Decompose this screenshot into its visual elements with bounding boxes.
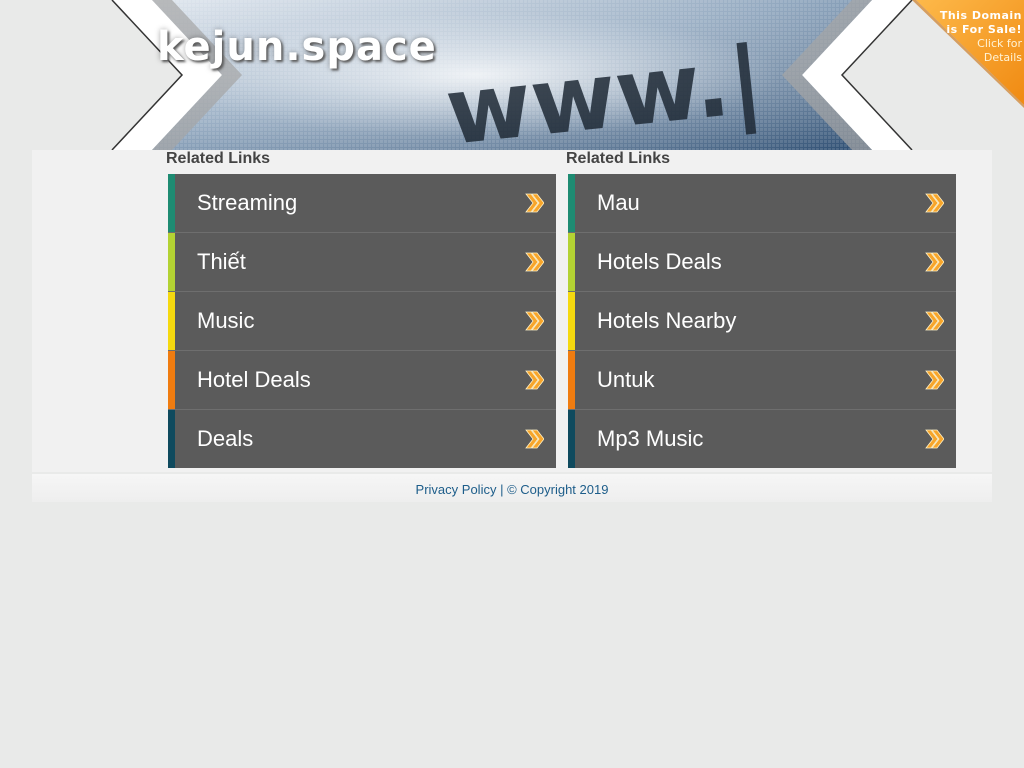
sale-line-2: is For Sale! [946,23,1022,36]
related-link-label: Untuk [597,367,655,392]
link-color-bar [568,233,575,291]
related-link-item[interactable]: Thiết [168,233,556,292]
double-chevron-right-icon [525,193,544,213]
related-link-item[interactable]: Music [168,292,556,351]
related-link-item[interactable]: Hotels Nearby [568,292,956,351]
link-color-bar [568,292,575,350]
link-color-bar [168,292,175,350]
related-links-list-right: Mau Hotels Deals Hotels Nearby Untuk Mp3 Mus… [568,174,956,468]
link-color-bar [168,410,175,468]
footer: Privacy Policy | © Copyright 2019 [32,474,992,502]
related-link-label: Mp3 Music [597,426,704,451]
header-banner: www.| kejun.space This Domain is For Sal… [0,0,1024,150]
related-link-item[interactable]: Mp3 Music [568,410,956,468]
double-chevron-right-icon [925,311,944,331]
related-link-item[interactable]: Deals [168,410,556,468]
related-link-item[interactable]: Untuk [568,351,956,410]
double-chevron-right-icon [925,370,944,390]
related-link-item[interactable]: Hotels Deals [568,233,956,292]
double-chevron-right-icon [925,429,944,449]
sale-ribbon-text: This Domain is For Sale! Click for Detai… [940,9,1022,65]
related-links-left-column: Related Links Streaming Thiết Music Hotel D… [166,150,556,468]
related-link-label: Deals [197,426,254,451]
related-links-panel: Related Links Streaming Thiết Music Hotel D… [32,150,992,472]
related-links-list-left: Streaming Thiết Music Hotel Deals Deals [168,174,556,468]
related-link-label: Streaming [197,190,298,215]
double-chevron-right-icon [525,252,544,272]
sale-line-4: Details [983,51,1022,64]
privacy-policy-link[interactable]: Privacy Policy [416,482,497,497]
footer-separator: | [496,482,508,497]
domain-for-sale-ribbon[interactable]: This Domain is For Sale! Click for Detai… [894,0,1024,110]
related-link-item[interactable]: Mau [568,174,956,233]
related-link-item[interactable]: Streaming [168,174,556,233]
link-color-bar [568,351,575,409]
double-chevron-right-icon [525,429,544,449]
related-links-heading-left: Related Links [166,150,271,167]
link-color-bar [168,351,175,409]
related-link-label: Hotels Nearby [597,308,737,333]
link-color-bar [568,410,575,468]
banner-image: www.| [111,0,913,150]
link-color-bar [168,174,175,232]
related-link-label: Hotels Deals [597,249,722,274]
double-chevron-right-icon [525,370,544,390]
related-links-right-column: Related Links Mau Hotels Deals Hotels Near… [566,150,956,468]
copyright-text: © Copyright 2019 [507,482,609,497]
sale-line-3: Click for [977,37,1022,50]
double-chevron-right-icon [925,193,944,213]
related-links-heading-right: Related Links [566,150,671,167]
link-color-bar [168,233,175,291]
double-chevron-right-icon [525,311,544,331]
related-link-item[interactable]: Hotel Deals [168,351,556,410]
related-link-label: Music [197,308,255,333]
related-link-label: Hotel Deals [197,367,311,392]
site-title: kejun.space [157,24,437,70]
sale-line-1: This Domain [939,9,1022,22]
double-chevron-right-icon [925,252,944,272]
related-link-label: Mau [597,190,640,215]
link-color-bar [568,174,575,232]
related-link-label: Thiết [197,249,246,274]
